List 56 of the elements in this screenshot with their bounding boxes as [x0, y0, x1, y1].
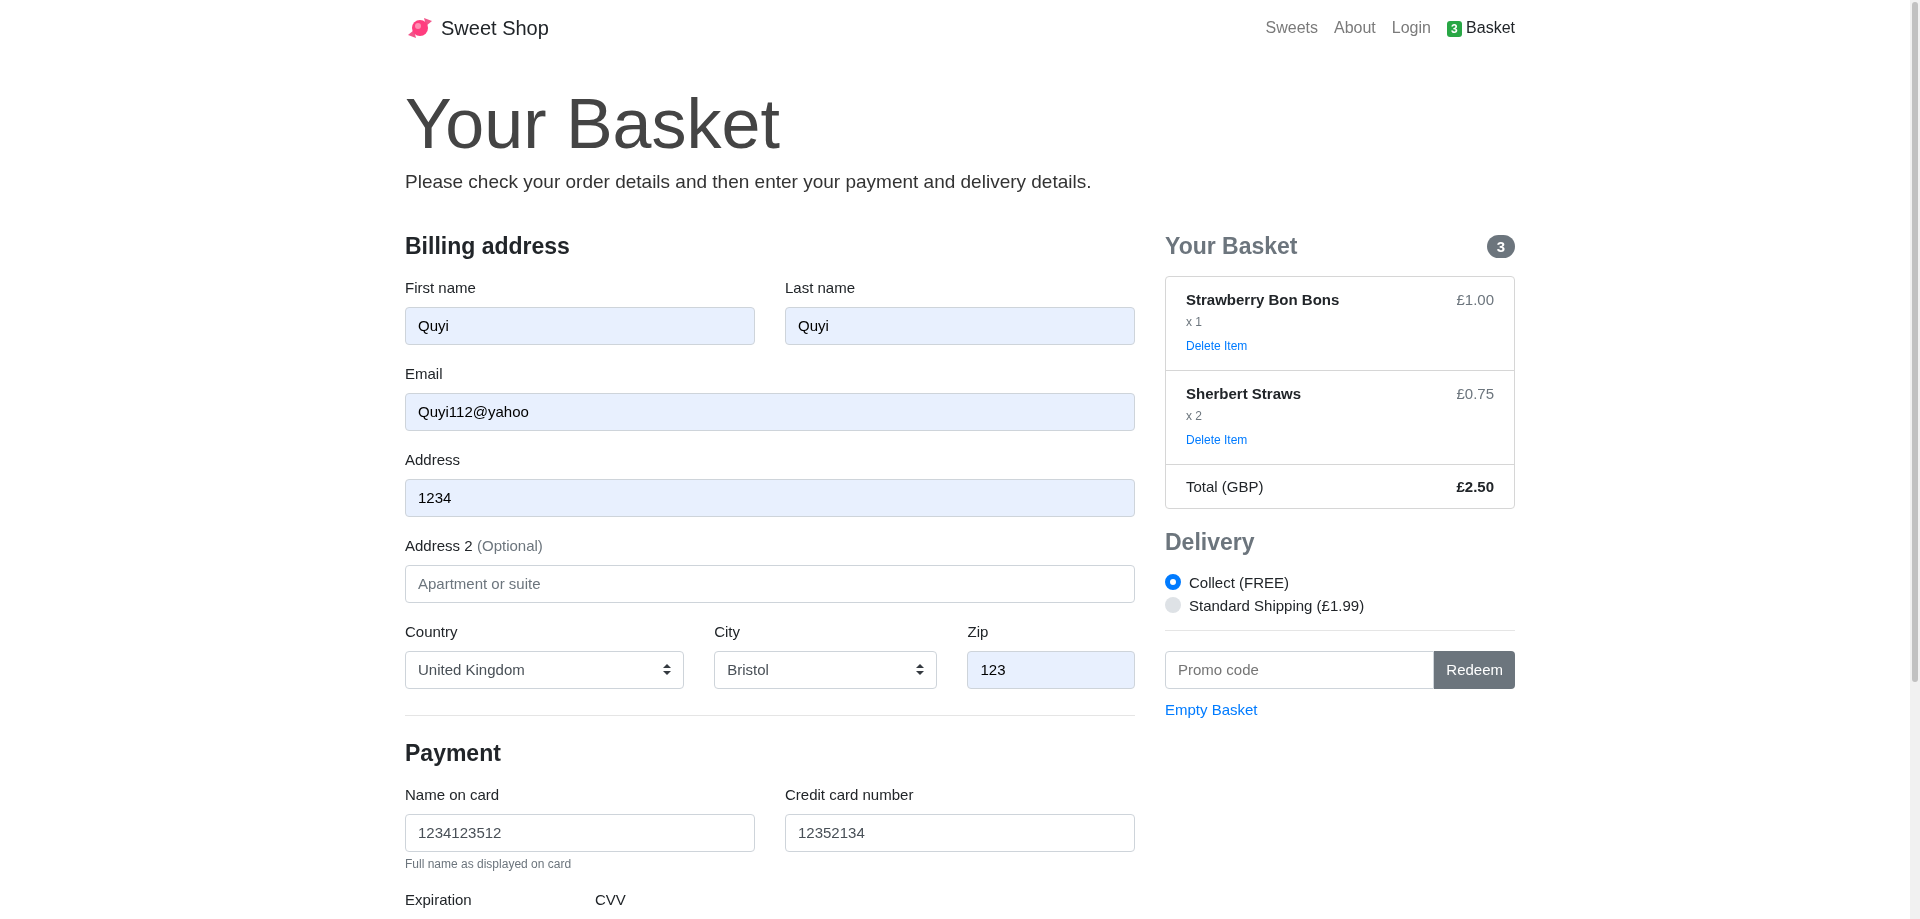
text-field[interactable]: Apartment or suite — [405, 564, 1135, 603]
field-label: Expiration — [405, 889, 473, 910]
field-label: Zip — [967, 621, 990, 642]
basket-heading: Your Basket — [1165, 232, 1298, 260]
sort-caret-icon — [916, 664, 925, 675]
item-quantity: x 2 — [1186, 408, 1203, 423]
help-text: Full name as displayed on card — [405, 856, 573, 871]
promo-code-field[interactable]: Promo code — [1165, 650, 1435, 689]
redeem-button[interactable]: Redeem — [1434, 650, 1515, 689]
text-field[interactable]: Quyi112@yahoo — [405, 392, 1135, 431]
radio-button[interactable] — [1165, 597, 1181, 613]
nav-link[interactable]: Sweets — [1265, 19, 1318, 37]
total-label: Total (GBP) — [1186, 477, 1264, 495]
optional-note: (Optional) — [477, 536, 543, 554]
nav-link[interactable]: Login — [1391, 19, 1431, 37]
sort-caret-icon — [663, 664, 672, 675]
scrollbar[interactable] — [1910, 0, 1920, 919]
field-label: Last name — [785, 277, 857, 298]
field-label: Address 2 — [405, 536, 473, 554]
basket-link[interactable]: 3 Basket — [1446, 19, 1515, 37]
delete-item-link[interactable]: Delete Item — [1186, 432, 1248, 447]
total-price: £2.50 — [1456, 477, 1494, 495]
text-field[interactable]: 1234 — [405, 478, 1135, 517]
field-label: Address — [405, 449, 462, 470]
field-label: First name — [405, 277, 477, 298]
empty-basket-link[interactable]: Empty Basket — [1165, 700, 1258, 718]
field-label: Country — [405, 621, 459, 642]
radio-button[interactable] — [1165, 574, 1181, 590]
item-name: Strawberry Bon Bons — [1186, 290, 1340, 308]
text-field[interactable]: Quyi — [405, 306, 755, 345]
item-quantity: x 1 — [1186, 314, 1203, 329]
radio-label[interactable]: Standard Shipping (£1.99) — [1189, 596, 1365, 614]
brand-name[interactable]: Sweet Shop — [441, 16, 549, 40]
page-title: Your Basket — [405, 84, 781, 165]
text-field[interactable]: 123 — [967, 650, 1135, 689]
item-price: £0.75 — [1456, 384, 1494, 404]
text-field[interactable]: Quyi — [785, 306, 1135, 345]
nav-link[interactable]: About — [1334, 19, 1376, 37]
text-field[interactable]: 1234123512 — [405, 813, 755, 852]
select-field[interactable]: Bristol — [714, 650, 938, 689]
field-label: Credit card number — [785, 784, 915, 805]
field-label: City — [714, 621, 741, 642]
item-name: Sherbert Straws — [1186, 384, 1302, 402]
delete-item-link[interactable]: Delete Item — [1186, 338, 1248, 353]
page-description: Please check your order details and then enter your payment and delivery details. — [405, 170, 1093, 193]
delivery-heading: Delivery — [1165, 528, 1256, 556]
item-price: £1.00 — [1456, 290, 1494, 310]
field-label: Name on card — [405, 784, 501, 805]
section-heading: Billing address — [405, 232, 571, 260]
select-field[interactable]: United Kingdom — [405, 650, 685, 689]
text-field[interactable]: 12352134 — [785, 813, 1135, 852]
item-count-badge: 3 — [1486, 234, 1515, 258]
section-heading: Payment — [405, 739, 502, 767]
radio-label[interactable]: Collect (FREE) — [1189, 573, 1289, 591]
field-label: CVV — [595, 889, 627, 910]
field-label: Email — [405, 363, 444, 384]
